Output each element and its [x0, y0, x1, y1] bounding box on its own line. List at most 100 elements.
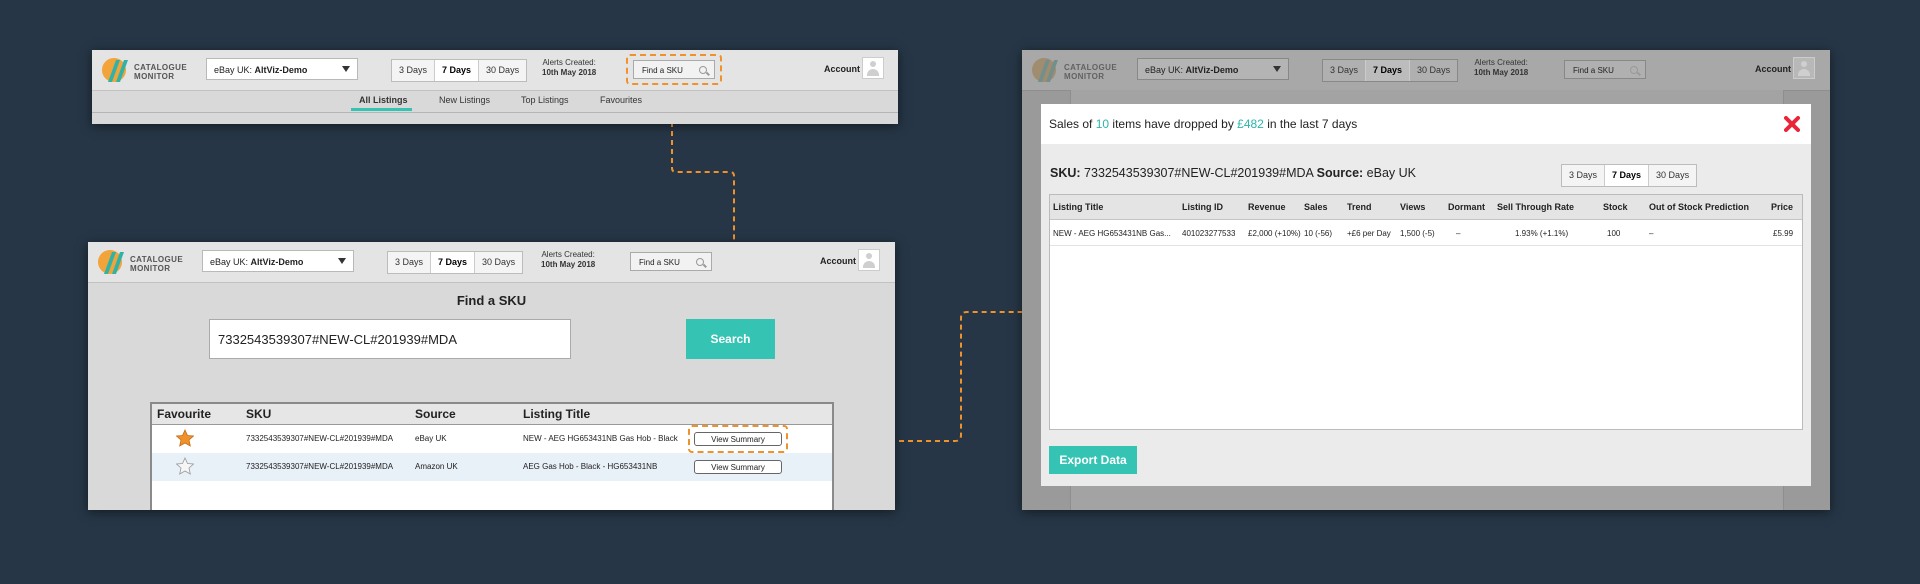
row-source: Amazon UK [415, 462, 458, 471]
tab-all-listings[interactable]: All Listings [359, 95, 408, 105]
cell-listing-id: 401023277533 [1182, 229, 1236, 238]
cell-revenue: £2,000 (+10%) [1248, 229, 1301, 238]
col-listing-id: Listing ID [1182, 202, 1223, 212]
cell-stock: 100 [1607, 229, 1621, 238]
search-icon [1630, 66, 1638, 74]
alerts-created: Alerts Created: 10th May 2018 [542, 58, 597, 77]
col-price: Price [1771, 202, 1794, 212]
cell-trend: +£6 per Day [1347, 229, 1391, 238]
range-30-days[interactable]: 30 Days [479, 60, 526, 81]
col-favourite: Favourite [157, 407, 212, 421]
chevron-down-icon [342, 66, 350, 72]
cell-sales: 10 (-56) [1304, 229, 1333, 238]
col-out-of-stock-prediction: Out of Stock Prediction [1649, 202, 1750, 212]
alerts-created: Alerts Created: 10th May 2018 [1474, 58, 1529, 77]
avatar[interactable] [858, 249, 880, 271]
summary-modal: Sales of 10 items have dropped by £482 i… [1041, 104, 1811, 486]
day-range-toggle: 3 Days 7 Days 30 Days [1322, 59, 1459, 82]
row-sku: 7332543539307#NEW-CL#201939#MDA [246, 434, 394, 443]
tab-favourites[interactable]: Favourites [600, 95, 642, 105]
table-row[interactable]: 7332543539307#NEW-CL#201939#MDA eBay UK … [152, 425, 832, 453]
page-title: Find a SKU [456, 293, 527, 308]
summary-table: Listing Title Listing ID Revenue Sales T… [1049, 194, 1803, 430]
range-3-days[interactable]: 3 Days [392, 60, 436, 81]
search-button[interactable]: Search [686, 319, 775, 359]
sku-search-input[interactable]: 7332543539307#NEW-CL#201939#MDA [209, 319, 571, 359]
col-trend: Trend [1347, 202, 1372, 212]
cell-sell-through-rate: 1.93% (+1.1%) [1515, 229, 1569, 238]
table-row[interactable]: NEW - AEG HG653431NB Gas... 401023277533… [1050, 219, 1802, 246]
sales-drop-alert: Sales of 10 items have dropped by £482 i… [1049, 117, 1358, 131]
subnav-divider [92, 112, 898, 113]
col-sell-through-rate: Sell Through Rate [1497, 202, 1575, 212]
view-summary-button[interactable]: View Summary [694, 460, 782, 474]
find-sku-button[interactable]: Find a SKU [630, 252, 712, 271]
summary-panel: CATALOGUE MONITOR eBay UK: AltViz-Demo 3 … [1022, 50, 1830, 510]
highlight-find-sku [626, 54, 722, 85]
modal-header: Sales of 10 items have dropped by £482 i… [1041, 104, 1811, 144]
col-stock: Stock [1603, 202, 1628, 212]
search-icon [696, 258, 704, 266]
catalogue-monitor-logo[interactable]: CATALOGUE MONITOR [96, 248, 188, 276]
cell-price: £5.99 [1773, 229, 1794, 238]
account-select[interactable]: eBay UK: AltViz-Demo [202, 250, 354, 272]
col-source: Source [415, 407, 456, 421]
avatar[interactable] [1793, 57, 1815, 79]
cell-dormant: – [1456, 229, 1461, 238]
find-sku-panel: CATALOGUE MONITOR eBay UK: AltViz-Demo 3 … [88, 242, 895, 510]
row-sku: 7332543539307#NEW-CL#201939#MDA [246, 462, 394, 471]
account-link[interactable]: Account [820, 256, 856, 266]
catalogue-monitor-logo[interactable]: CATALOGUE MONITOR [1030, 56, 1122, 84]
cell-listing-title: NEW - AEG HG653431NB Gas... [1053, 229, 1171, 238]
col-listing-title: Listing Title [523, 407, 591, 421]
col-dormant: Dormant [1448, 202, 1486, 212]
range-7-days[interactable]: 7 Days [1366, 60, 1411, 81]
day-range-toggle: 3 Days 7 Days 30 Days [391, 59, 528, 82]
tab-new-listings[interactable]: New Listings [439, 95, 490, 105]
range-7-days[interactable]: 7 Days [1605, 165, 1650, 186]
col-sales: Sales [1304, 202, 1328, 212]
range-3-days[interactable]: 3 Days [1562, 165, 1606, 186]
tab-top-listings[interactable]: Top Listings [521, 95, 569, 105]
day-range-toggle: 3 Days 7 Days 30 Days [387, 251, 524, 274]
range-30-days[interactable]: 30 Days [1649, 165, 1696, 186]
active-tab-indicator [351, 108, 412, 111]
row-source: eBay UK [415, 434, 447, 443]
modal-day-range-toggle: 3 Days 7 Days 30 Days [1561, 164, 1698, 187]
alerts-created: Alerts Created: 10th May 2018 [541, 250, 596, 269]
sku-heading: SKU: 7332543539307#NEW-CL#201939#MDA Sou… [1050, 166, 1417, 180]
top-bar: CATALOGUE MONITOR eBay UK: AltViz-Demo 3 … [88, 242, 895, 283]
chevron-down-icon [338, 258, 346, 264]
account-link[interactable]: Account [824, 64, 860, 74]
find-sku-button[interactable]: Find a SKU [1564, 60, 1646, 79]
col-views: Views [1400, 202, 1426, 212]
star-filled-icon[interactable] [176, 429, 194, 447]
range-3-days[interactable]: 3 Days [388, 252, 432, 273]
avatar[interactable] [862, 57, 884, 79]
table-row[interactable]: 7332543539307#NEW-CL#201939#MDA Amazon U… [152, 453, 832, 481]
top-bar-dimmed: CATALOGUE MONITOR eBay UK: AltViz-Demo 3 … [1022, 50, 1830, 91]
range-7-days[interactable]: 7 Days [431, 252, 476, 273]
row-title: NEW - AEG HG653431NB Gas Hob - Black [523, 434, 678, 443]
dashboard-header-panel: CATALOGUE MONITOR eBay UK: AltViz-Demo 3 … [92, 50, 898, 124]
table-header: Favourite SKU Source Listing Title [152, 404, 832, 425]
catalogue-monitor-logo[interactable]: CATALOGUE MONITOR [100, 56, 192, 84]
table-header: Listing Title Listing ID Revenue Sales T… [1050, 195, 1802, 220]
chevron-down-icon [1273, 66, 1281, 72]
top-bar: CATALOGUE MONITOR eBay UK: AltViz-Demo 3 … [92, 50, 898, 91]
range-30-days[interactable]: 30 Days [1410, 60, 1457, 81]
cell-out-of-stock-prediction: – [1649, 229, 1654, 238]
export-data-button[interactable]: Export Data [1049, 446, 1137, 474]
range-7-days[interactable]: 7 Days [435, 60, 480, 81]
star-outline-icon[interactable] [176, 457, 194, 475]
row-title: AEG Gas Hob - Black - HG653431NB [523, 462, 658, 471]
col-listing-title: Listing Title [1053, 202, 1104, 212]
range-3-days[interactable]: 3 Days [1323, 60, 1367, 81]
cell-views: 1,500 (-5) [1400, 229, 1435, 238]
col-sku: SKU [246, 407, 272, 421]
account-select[interactable]: eBay UK: AltViz-Demo [206, 58, 358, 80]
account-link[interactable]: Account [1755, 64, 1791, 74]
account-select[interactable]: eBay UK: AltViz-Demo [1137, 58, 1289, 80]
range-30-days[interactable]: 30 Days [475, 252, 522, 273]
close-icon[interactable] [1784, 116, 1800, 132]
